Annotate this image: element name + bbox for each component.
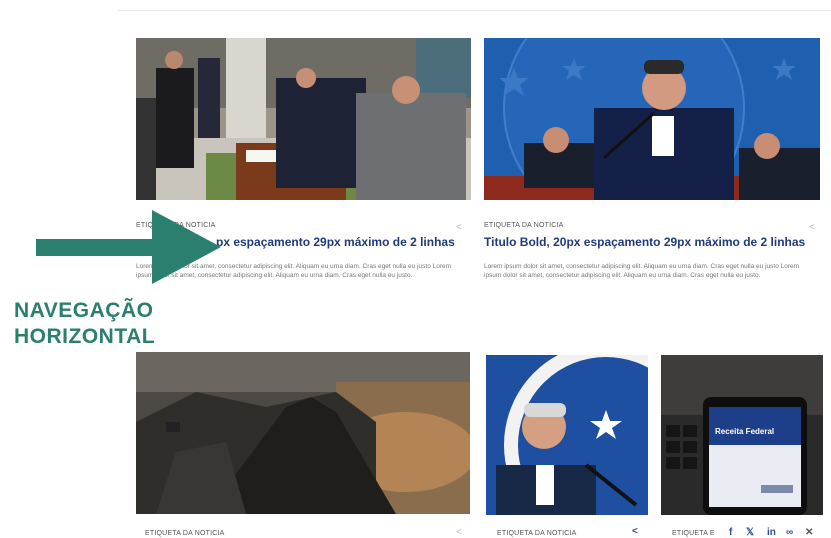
share-icon[interactable]: < bbox=[456, 222, 462, 233]
close-icon[interactable]: ✕ bbox=[805, 527, 813, 538]
link-icon[interactable]: ∞ bbox=[786, 527, 793, 538]
news-image-phone[interactable]: Receita Federal bbox=[661, 355, 823, 515]
news-tag: ETIQUETA E bbox=[672, 530, 715, 537]
facebook-icon[interactable]: f bbox=[729, 527, 732, 538]
news-image-speech[interactable] bbox=[484, 38, 820, 200]
share-icon[interactable]: < bbox=[456, 527, 462, 538]
arrow-right-icon bbox=[36, 210, 221, 284]
news-image-landscape[interactable] bbox=[136, 352, 470, 514]
news-image-portrait[interactable] bbox=[486, 355, 648, 515]
news-tag: ETIQUETA DA NOTICIA bbox=[497, 530, 577, 537]
news-tag: ETIQUETA DA NOTICIA bbox=[145, 530, 225, 537]
news-image-ceremony[interactable] bbox=[136, 38, 471, 200]
phone-screen-title: Receita Federal bbox=[715, 427, 775, 436]
annotation-line-1: NAVEGAÇÃO bbox=[14, 299, 154, 322]
annotation-label: NAVEGAÇÃO HORIZONTAL bbox=[14, 298, 155, 350]
annotation-line-2: HORIZONTAL bbox=[14, 325, 156, 348]
news-title[interactable]: Titulo Bold, 20px espaçamento 29px máxim… bbox=[484, 235, 805, 249]
top-divider bbox=[118, 10, 831, 11]
news-tag: ETIQUETA DA NOTICIA bbox=[484, 222, 564, 229]
twitter-icon[interactable]: 𝕏 bbox=[746, 527, 754, 538]
share-icon[interactable]: < bbox=[809, 222, 815, 233]
linkedin-icon[interactable]: in bbox=[767, 527, 776, 538]
news-title[interactable]: px espaçamento 29px máximo de 2 linhas bbox=[216, 235, 455, 249]
news-excerpt: Lorem ipsum dolor sit amet, consectetur … bbox=[484, 263, 800, 279]
share-icon[interactable]: < bbox=[632, 526, 638, 537]
